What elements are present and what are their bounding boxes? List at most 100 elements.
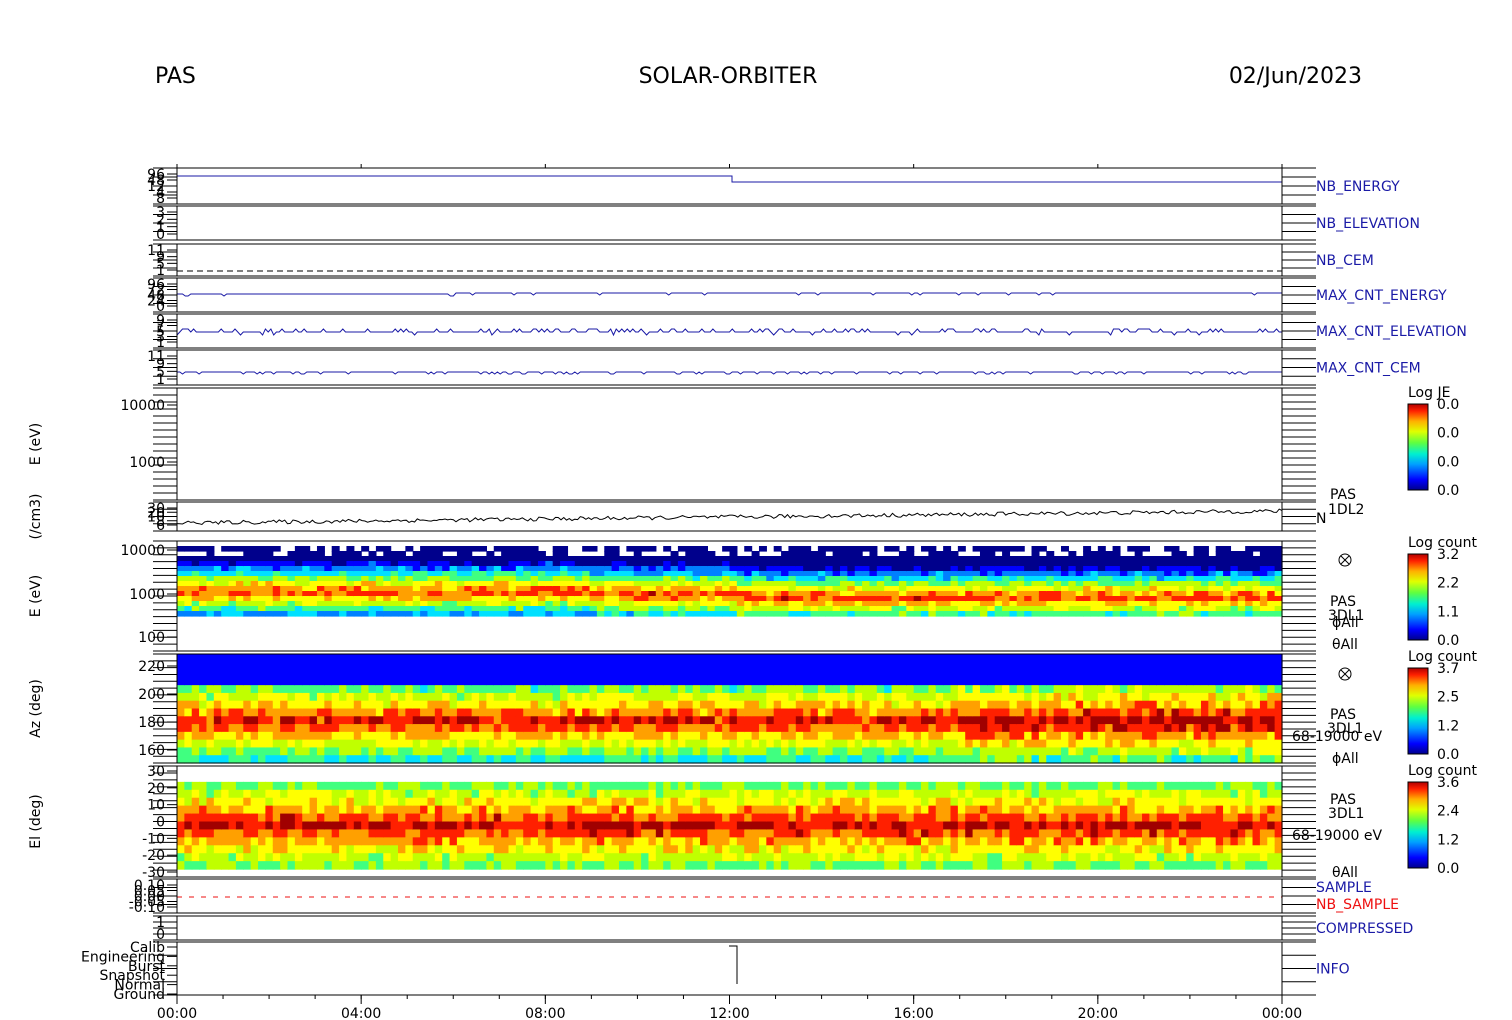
heatmap-cell [368,813,377,823]
heatmap-cell [501,606,510,612]
heatmap-cell [567,571,576,577]
heatmap-cell [302,591,311,597]
heatmap-cell [795,606,804,612]
heatmap-cell [1083,755,1092,764]
heatmap-cell [361,576,370,582]
heatmap-cell [258,821,266,831]
heatmap-cell [339,586,348,592]
heatmap-cell [250,861,259,870]
heatmap-cell [891,700,900,710]
colorbar-tick-label: 2.5 [1437,690,1459,706]
heatmap-cell [537,724,546,733]
heatmap-cell [641,581,650,587]
heatmap-cell [957,685,966,694]
heatmap-cell [810,731,819,741]
heatmap-cell [530,586,539,592]
heatmap-cell [272,739,281,749]
heatmap-cell [854,724,863,733]
heatmap-cell [523,586,532,592]
heatmap-cell [346,669,355,678]
heatmap-cell [390,731,399,741]
heatmap-cell [965,576,974,582]
heatmap-cell [302,654,311,663]
heatmap-cell [965,747,974,756]
heatmap-cell [471,781,480,791]
heatmap-cell [309,739,318,749]
heatmap-cell [1119,700,1128,710]
heatmap-cell [957,606,966,612]
heatmap-cell [280,669,289,678]
heatmap-cell [1075,685,1084,694]
heatmap-cell [655,606,664,612]
heatmap-cell [773,692,782,702]
heatmap-cell [979,606,988,612]
heatmap-cell [1112,596,1121,602]
heatmap-cell [1193,669,1202,678]
heatmap-cell [302,829,311,838]
heatmap-cell [449,700,458,710]
heatmap-cell [825,700,834,710]
heatmap-cell [191,813,200,823]
heatmap-cell [228,789,237,799]
heatmap-cell [523,669,532,678]
heatmap-cell [191,546,200,552]
heatmap-cell [803,661,812,671]
heatmap-cell [1186,692,1195,702]
heatmap-cell [596,561,605,567]
heatmap-cell [545,700,554,710]
heatmap-cell [456,601,465,607]
heatmap-cell [788,566,797,572]
heatmap-cell [736,611,745,617]
heatmap-cell [604,716,613,725]
heatmap-cell [1208,586,1217,592]
heatmap-cell [221,586,230,592]
heatmap-cell [287,781,296,791]
heatmap-cell [773,561,782,567]
heatmap-cell [582,724,591,733]
heatmap-cell [420,556,429,562]
heatmap-cell [795,546,804,552]
heatmap-cell [979,669,988,678]
heatmap-cell [604,586,613,592]
heatmap-cell [456,611,465,617]
heatmap-cell [523,724,532,733]
heatmap-cell [1090,677,1099,686]
heatmap-cell [1105,551,1114,557]
heatmap-cell [552,724,561,733]
heatmap-cell [339,566,348,572]
heatmap-cell [994,571,1003,577]
heatmap-cell [316,571,325,577]
heatmap-cell [670,551,679,557]
heatmap-cell [309,853,318,862]
heatmap-cell [700,654,708,663]
heatmap-cell [1105,685,1114,694]
heatmap-cell [339,845,348,854]
heatmap-cell [375,724,384,733]
heatmap-cell [442,677,451,686]
heatmap-cell [1186,586,1195,592]
heatmap-cell [1200,591,1209,597]
heatmap-cell [596,566,605,572]
heatmap-cell [707,755,716,764]
heatmap-cell [722,708,731,717]
heatmap-cell [199,661,208,671]
heatmap-cell [692,747,701,756]
heatmap-cell [442,601,451,607]
heatmap-cell [280,654,289,663]
heatmap-cell [250,700,259,710]
heatmap-cell [265,739,274,749]
heatmap-cell [1083,601,1092,607]
heatmap-cell [309,556,318,562]
heatmap-cell [1208,739,1217,749]
heatmap-cell [1164,596,1173,602]
heatmap-cell [854,611,863,617]
heatmap-cell [957,591,966,597]
heatmap-cell [589,576,598,582]
heatmap-cell [722,581,731,587]
heatmap-cell [1237,661,1246,671]
heatmap-cell [368,591,377,597]
heatmap-cell [1267,685,1276,694]
heatmap-cell [840,677,848,686]
heatmap-cell [530,724,539,733]
heatmap-cell [405,755,414,764]
